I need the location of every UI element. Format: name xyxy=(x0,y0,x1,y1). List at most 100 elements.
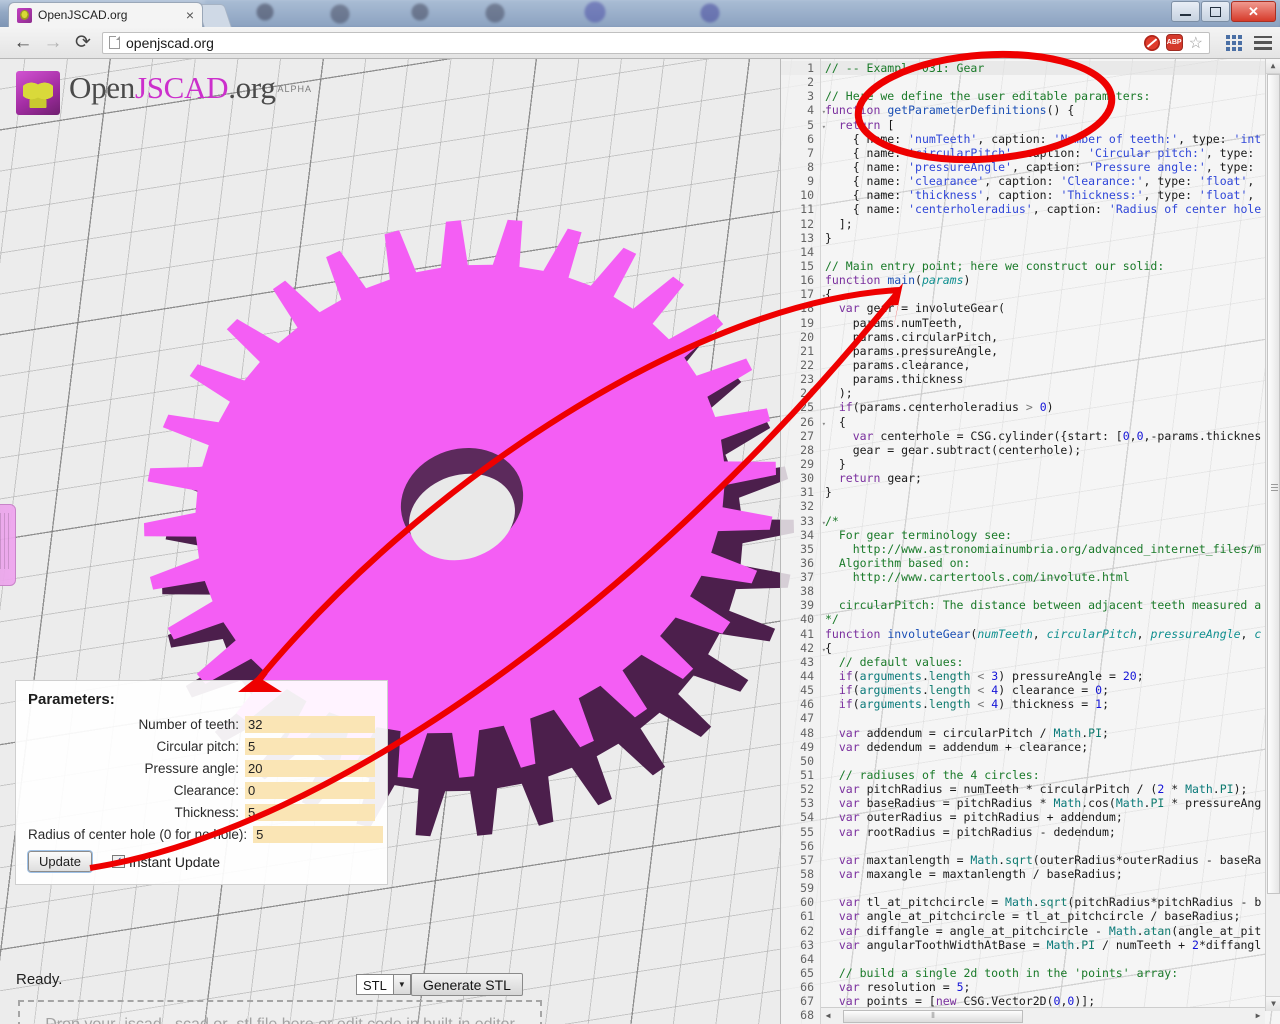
adblock-plus-icon[interactable]: ABP xyxy=(1165,34,1183,51)
horizontal-scroll-thumb[interactable]: ⦀ xyxy=(843,1009,1023,1023)
code-line-52[interactable]: var pitchRadius = numTeeth * circularPit… xyxy=(825,782,1265,796)
code-line-5[interactable]: return [ xyxy=(825,118,1265,132)
code-line-2[interactable] xyxy=(825,75,1265,89)
code-line-8[interactable]: { name: 'pressureAngle', caption: 'Press… xyxy=(825,160,1265,174)
instant-update-control[interactable]: ✓ Instant Update xyxy=(111,854,220,870)
code-line-48[interactable]: var addendum = circularPitch / Math.PI; xyxy=(825,726,1265,740)
parameter-input-4[interactable] xyxy=(245,804,375,821)
code-line-36[interactable]: Algorithm based on: xyxy=(825,556,1265,570)
minimize-button[interactable] xyxy=(1171,1,1200,22)
code-line-18[interactable]: var gear = involuteGear( xyxy=(825,301,1265,315)
code-line-30[interactable]: return gear; xyxy=(825,471,1265,485)
parameter-input-2[interactable] xyxy=(245,760,375,777)
code-line-63[interactable]: var angularToothWidthAtBase = Math.PI / … xyxy=(825,938,1265,952)
code-line-21[interactable]: params.pressureAngle, xyxy=(825,344,1265,358)
instant-update-checkbox[interactable]: ✓ xyxy=(111,855,125,868)
parameter-input-0[interactable] xyxy=(245,716,375,733)
code-line-46[interactable]: if(arguments.length < 4) thickness = 1; xyxy=(825,697,1265,711)
parameter-input-5[interactable] xyxy=(253,826,384,843)
maximize-button[interactable] xyxy=(1201,1,1230,22)
code-line-31[interactable]: } xyxy=(825,485,1265,499)
code-line-38[interactable] xyxy=(825,584,1265,598)
code-line-43[interactable]: // default values: xyxy=(825,655,1265,669)
close-window-button[interactable]: ✕ xyxy=(1231,1,1276,22)
code-line-29[interactable]: } xyxy=(825,457,1265,471)
code-line-15[interactable]: // Main entry point; here we construct o… xyxy=(825,259,1265,273)
code-line-33[interactable]: /* xyxy=(825,514,1265,528)
code-line-1[interactable]: // -- Example 031: Gear xyxy=(825,61,1265,75)
forward-arrow-icon[interactable]: → xyxy=(38,30,68,56)
code-line-25[interactable]: if(params.centerholeradius > 0) xyxy=(825,400,1265,414)
code-line-66[interactable]: var resolution = 5; xyxy=(825,980,1265,994)
code-line-34[interactable]: For gear terminology see: xyxy=(825,528,1265,542)
code-line-45[interactable]: if(arguments.length < 4) clearance = 0; xyxy=(825,683,1265,697)
code-line-51[interactable]: // radiuses of the 4 circles: xyxy=(825,768,1265,782)
scroll-right-icon[interactable]: ▶ xyxy=(1251,1009,1265,1023)
code-line-53[interactable]: var baseRadius = pitchRadius * Math.cos(… xyxy=(825,796,1265,810)
code-line-28[interactable]: gear = gear.subtract(centerhole); xyxy=(825,443,1265,457)
apps-grid-icon[interactable] xyxy=(1226,34,1242,51)
code-line-12[interactable]: ]; xyxy=(825,217,1265,231)
code-line-7[interactable]: { name: 'circularPitch', caption: 'Circu… xyxy=(825,146,1265,160)
code-line-22[interactable]: params.clearance, xyxy=(825,358,1265,372)
file-dropzone[interactable]: Drop your .jscad, .scad or .stl file her… xyxy=(18,1000,542,1024)
hamburger-menu-icon[interactable] xyxy=(1254,35,1272,50)
code-line-41[interactable]: function involuteGear(numTeeth, circular… xyxy=(825,627,1265,641)
code-line-49[interactable]: var dedendum = addendum + clearance; xyxy=(825,740,1265,754)
code-line-61[interactable]: var angle_at_pitchcircle = tl_at_pitchci… xyxy=(825,909,1265,923)
code-line-60[interactable]: var tl_at_pitchcircle = Math.sqrt(pitchR… xyxy=(825,895,1265,909)
code-line-40[interactable]: */ xyxy=(825,612,1265,626)
reload-icon[interactable]: ⟳ xyxy=(68,30,98,56)
editor-horizontal-scrollbar[interactable]: ◀ ⦀ ▶ xyxy=(821,1007,1265,1024)
blocked-plugin-icon[interactable] xyxy=(1143,34,1160,51)
parameter-input-1[interactable] xyxy=(245,738,375,755)
code-line-47[interactable] xyxy=(825,711,1265,725)
code-line-24[interactable]: ); xyxy=(825,386,1265,400)
code-line-44[interactable]: if(arguments.length < 3) pressureAngle =… xyxy=(825,669,1265,683)
scroll-down-icon[interactable]: ▼ xyxy=(1266,996,1280,1011)
code-line-14[interactable] xyxy=(825,245,1265,259)
code-line-13[interactable]: } xyxy=(825,231,1265,245)
code-line-54[interactable]: var outerRadius = pitchRadius + addendum… xyxy=(825,810,1265,824)
code-line-4[interactable]: function getParameterDefinitions() { xyxy=(825,103,1265,117)
generate-stl-button[interactable]: Generate STL xyxy=(411,973,523,996)
code-line-3[interactable]: // Here we define the user editable para… xyxy=(825,89,1265,103)
code-line-16[interactable]: function main(params) xyxy=(825,273,1265,287)
editor-code-content[interactable]: // -- Example 031: Gear // Here we defin… xyxy=(821,59,1265,1011)
code-line-19[interactable]: params.numTeeth, xyxy=(825,316,1265,330)
code-line-10[interactable]: { name: 'thickness', caption: 'Thickness… xyxy=(825,188,1265,202)
bookmark-star-icon[interactable]: ☆ xyxy=(1189,33,1203,53)
code-line-39[interactable]: circularPitch: The distance between adja… xyxy=(825,598,1265,612)
code-line-20[interactable]: params.circularPitch, xyxy=(825,330,1265,344)
scroll-left-icon[interactable]: ◀ xyxy=(821,1009,835,1023)
code-line-26[interactable]: { xyxy=(825,415,1265,429)
code-line-59[interactable] xyxy=(825,881,1265,895)
parameters-panel[interactable]: Parameters: Number of teeth: Circular pit… xyxy=(15,680,388,885)
code-line-62[interactable]: var diffangle = angle_at_pitchcircle - M… xyxy=(825,924,1265,938)
code-line-9[interactable]: { name: 'clearance', caption: 'Clearance… xyxy=(825,174,1265,188)
parameter-input-3[interactable] xyxy=(245,782,375,799)
horizontal-scroll-track[interactable]: ⦀ xyxy=(835,1009,1251,1024)
code-line-23[interactable]: params.thickness xyxy=(825,372,1265,386)
editor-vertical-scrollbar[interactable]: ▲ ▼ xyxy=(1265,59,1280,1011)
code-line-65[interactable]: // build a single 2d tooth in the 'point… xyxy=(825,966,1265,980)
update-button[interactable]: Update xyxy=(28,851,92,872)
back-arrow-icon[interactable]: ← xyxy=(8,30,38,56)
code-line-55[interactable]: var rootRadius = pitchRadius - dedendum; xyxy=(825,825,1265,839)
code-line-35[interactable]: http://www.astronomiainumbria.org/advanc… xyxy=(825,542,1265,556)
code-line-64[interactable] xyxy=(825,952,1265,966)
code-editor[interactable]: 1234567891011121314151617181920212223242… xyxy=(780,59,1280,1024)
code-line-27[interactable]: var centerhole = CSG.cylinder({start: [0… xyxy=(825,429,1265,443)
code-line-42[interactable]: { xyxy=(825,641,1265,655)
vertical-scroll-thumb[interactable] xyxy=(1267,74,1280,894)
address-bar[interactable]: openjscad.org ABP ☆ xyxy=(102,31,1210,54)
code-line-50[interactable] xyxy=(825,754,1265,768)
code-line-6[interactable]: { name: 'numTeeth', caption: 'Number of … xyxy=(825,132,1265,146)
code-line-17[interactable]: { xyxy=(825,287,1265,301)
browser-tab[interactable]: OpenJSCAD.org × xyxy=(8,2,203,27)
tab-close-icon[interactable]: × xyxy=(186,8,194,22)
code-line-57[interactable]: var maxtanlength = Math.sqrt(outerRadius… xyxy=(825,853,1265,867)
chevron-down-icon[interactable]: ▼ xyxy=(392,975,410,994)
code-line-32[interactable] xyxy=(825,499,1265,513)
code-line-58[interactable]: var maxangle = maxtanlength / baseRadius… xyxy=(825,867,1265,881)
